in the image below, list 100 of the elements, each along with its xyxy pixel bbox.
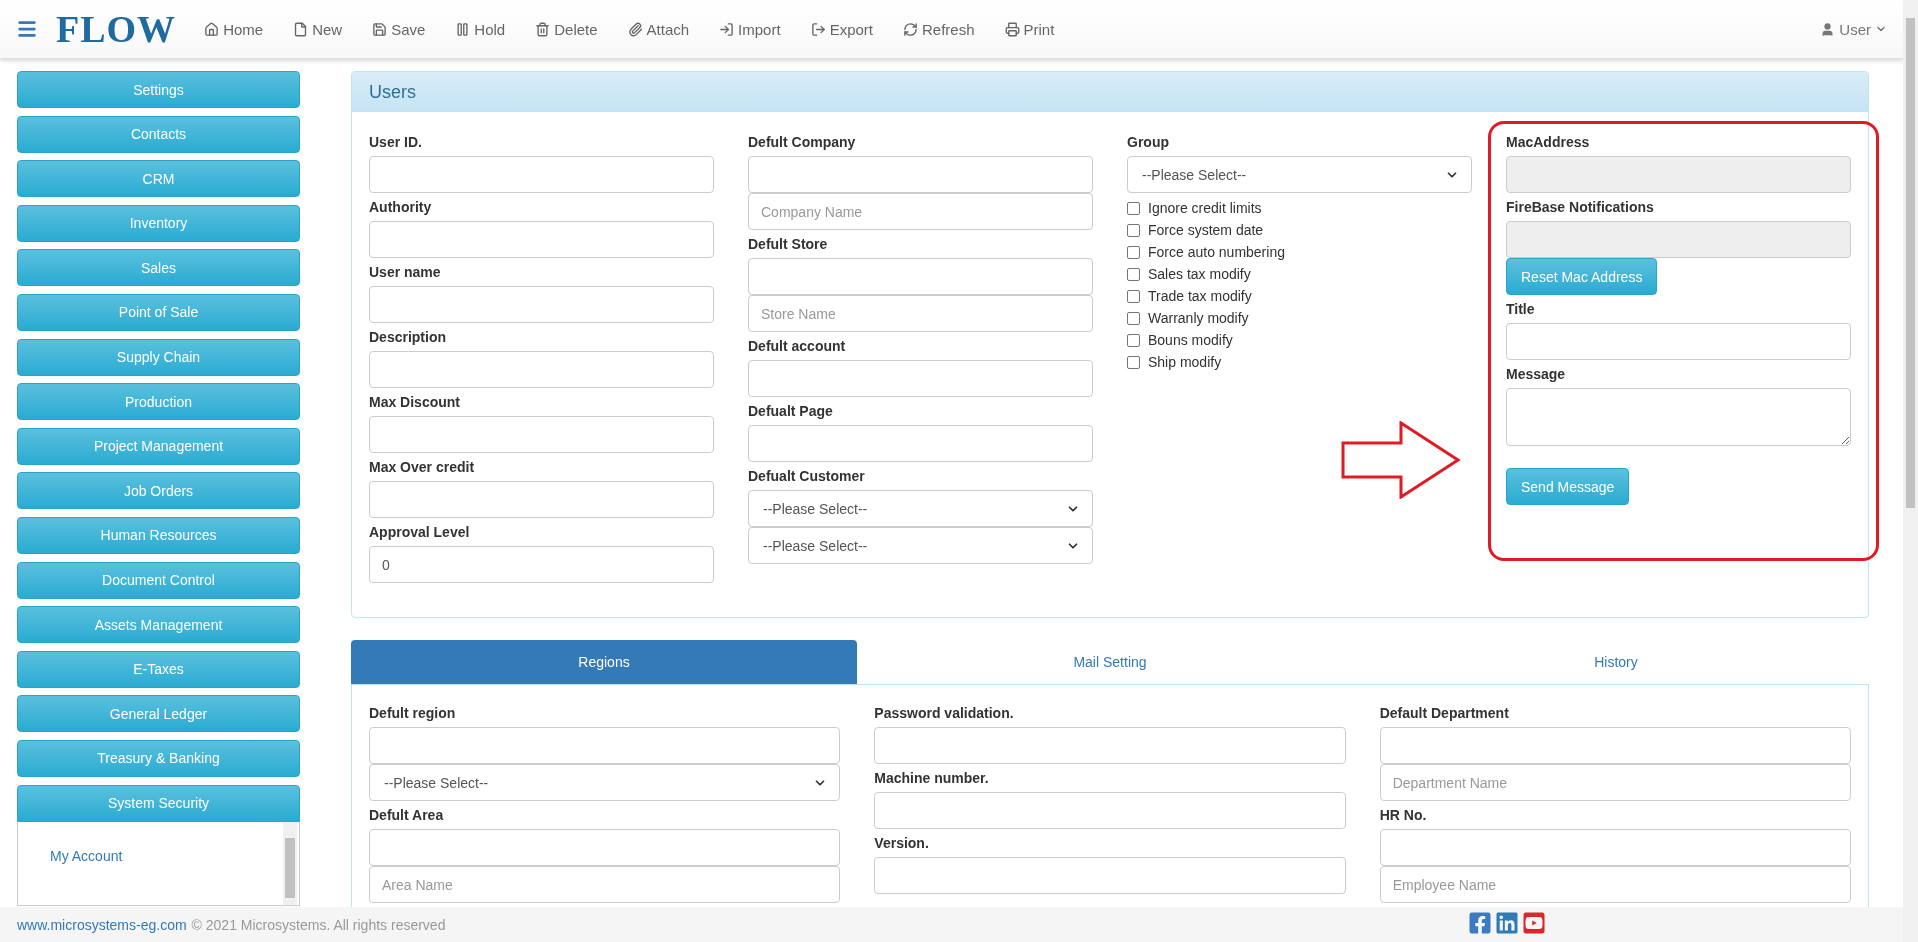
checkbox[interactable] [1127,333,1140,347]
input-field[interactable] [874,792,1346,829]
select-field[interactable]: --Please Select-- [748,527,1093,564]
sidebar-item[interactable]: General Ledger [17,695,300,733]
toolbar-button[interactable]: Save [372,20,426,38]
toolbar-button[interactable]: New [293,20,343,38]
field-label: Defult region [369,704,457,723]
sidebar-item[interactable]: E-Taxes [17,650,300,688]
sidebar-item[interactable]: Job Orders [17,472,300,510]
checkbox[interactable] [1127,311,1140,325]
toolbar-button[interactable]: Export [810,20,873,38]
sidebar-item[interactable]: Contacts [17,115,300,153]
field-label: Group [1127,133,1170,152]
field-label: FireBase Notifications [1506,198,1655,217]
input-field[interactable] [369,156,714,193]
input-field[interactable] [369,286,714,323]
input-field[interactable]: Employee Name [1379,866,1851,903]
user-menu[interactable]: User [1820,20,1887,38]
scrollbar-thumb[interactable] [285,837,295,898]
youtube-icon[interactable] [1522,911,1546,935]
input-field[interactable] [369,727,841,764]
input-field[interactable] [369,416,714,453]
input-field[interactable] [874,857,1346,894]
input-field[interactable] [1379,727,1851,764]
sidebar-item[interactable]: Point of Sale [17,293,300,331]
checkbox-label: Bouns modify [1148,332,1233,348]
toolbar-button[interactable]: Delete [535,20,598,38]
select-field[interactable]: --Please Select-- [1127,156,1472,193]
select-field[interactable]: --Please Select-- [748,490,1093,527]
sidebar-item[interactable]: Production [17,383,300,421]
sidebar-item[interactable]: Treasury & Banking [17,739,300,777]
input-field[interactable] [748,258,1093,295]
sidebar-item[interactable]: Settings [17,71,300,108]
input-field[interactable] [1506,323,1851,360]
pause-icon [455,21,471,37]
select-field[interactable]: --Please Select-- [369,764,841,801]
printer-icon [1004,21,1020,37]
field-label: Message [1506,365,1567,384]
field-label: Description [369,328,447,347]
home-icon [204,21,220,37]
field-label: Defualt Page [748,402,834,421]
input-field[interactable]: Company Name [748,193,1093,230]
scrollbar[interactable] [1903,0,1918,942]
field-label: HR No. [1379,806,1428,825]
checkbox[interactable] [1127,245,1140,259]
submenu-item[interactable]: My Account [50,847,123,864]
input-field[interactable]: 0 [369,546,714,583]
toolbar-button[interactable]: Import [719,20,781,38]
action-button[interactable]: Send Message [1506,468,1630,505]
toolbar-button[interactable]: Hold [455,20,506,38]
user-icon [1820,21,1836,37]
sidebar-item[interactable]: Human Resources [17,516,300,554]
toolbar-button[interactable]: Attach [627,20,690,38]
sidebar-item[interactable]: Sales [17,249,300,287]
field-label: User name [369,263,442,282]
field-label: Defualt Customer [748,467,866,486]
checkbox[interactable] [1127,223,1140,237]
sidebar-item[interactable]: Project Management [17,427,300,465]
toolbar-button[interactable]: Refresh [903,20,975,38]
sidebar-item[interactable]: CRM [17,160,300,198]
sidebar-item[interactable]: Document Control [17,561,300,599]
linkedin-icon[interactable] [1495,911,1519,935]
scrollbar[interactable] [283,821,297,905]
message-field[interactable] [1506,388,1851,446]
export-icon [810,21,826,37]
tab[interactable]: Regions [351,640,857,684]
toolbar-button[interactable]: Home [204,20,264,38]
input-field[interactable] [369,829,841,866]
toolbar-button[interactable]: Print [1004,20,1055,38]
input-field[interactable] [874,727,1346,764]
input-field[interactable] [369,221,714,258]
input-field[interactable] [1379,829,1851,866]
checkbox-label: Warranly modify [1148,310,1249,326]
action-button[interactable]: Reset Mac Address [1506,258,1658,295]
sidebar-item[interactable]: System Security [17,784,300,822]
input-field[interactable]: Area Name [369,866,841,903]
tab[interactable]: History [1363,640,1869,684]
input-field[interactable]: Store Name [748,295,1093,332]
checkbox[interactable] [1127,267,1140,281]
tab[interactable]: Mail Setting [857,640,1363,684]
checkbox[interactable] [1127,289,1140,303]
menu-icon[interactable] [16,18,38,40]
logo: FLOW [56,7,177,51]
field-label: User ID. [369,133,423,152]
sidebar-item[interactable]: Inventory [17,204,300,242]
input-field[interactable] [748,156,1093,193]
sidebar-item[interactable]: Assets Management [17,606,300,644]
checkbox[interactable] [1127,201,1140,215]
website-link[interactable]: www.microsystems-eg.com [17,916,187,933]
refresh-icon [903,21,918,37]
input-field[interactable] [748,360,1093,397]
field-label: Version. [874,834,930,853]
checkbox[interactable] [1127,355,1140,369]
input-field[interactable] [748,425,1093,462]
facebook-icon[interactable] [1468,911,1492,935]
input-field[interactable] [369,351,714,388]
input-field[interactable] [369,481,714,518]
scrollbar-thumb[interactable] [1906,18,1915,508]
sidebar-item[interactable]: Supply Chain [17,338,300,376]
input-field[interactable]: Department Name [1379,764,1851,801]
